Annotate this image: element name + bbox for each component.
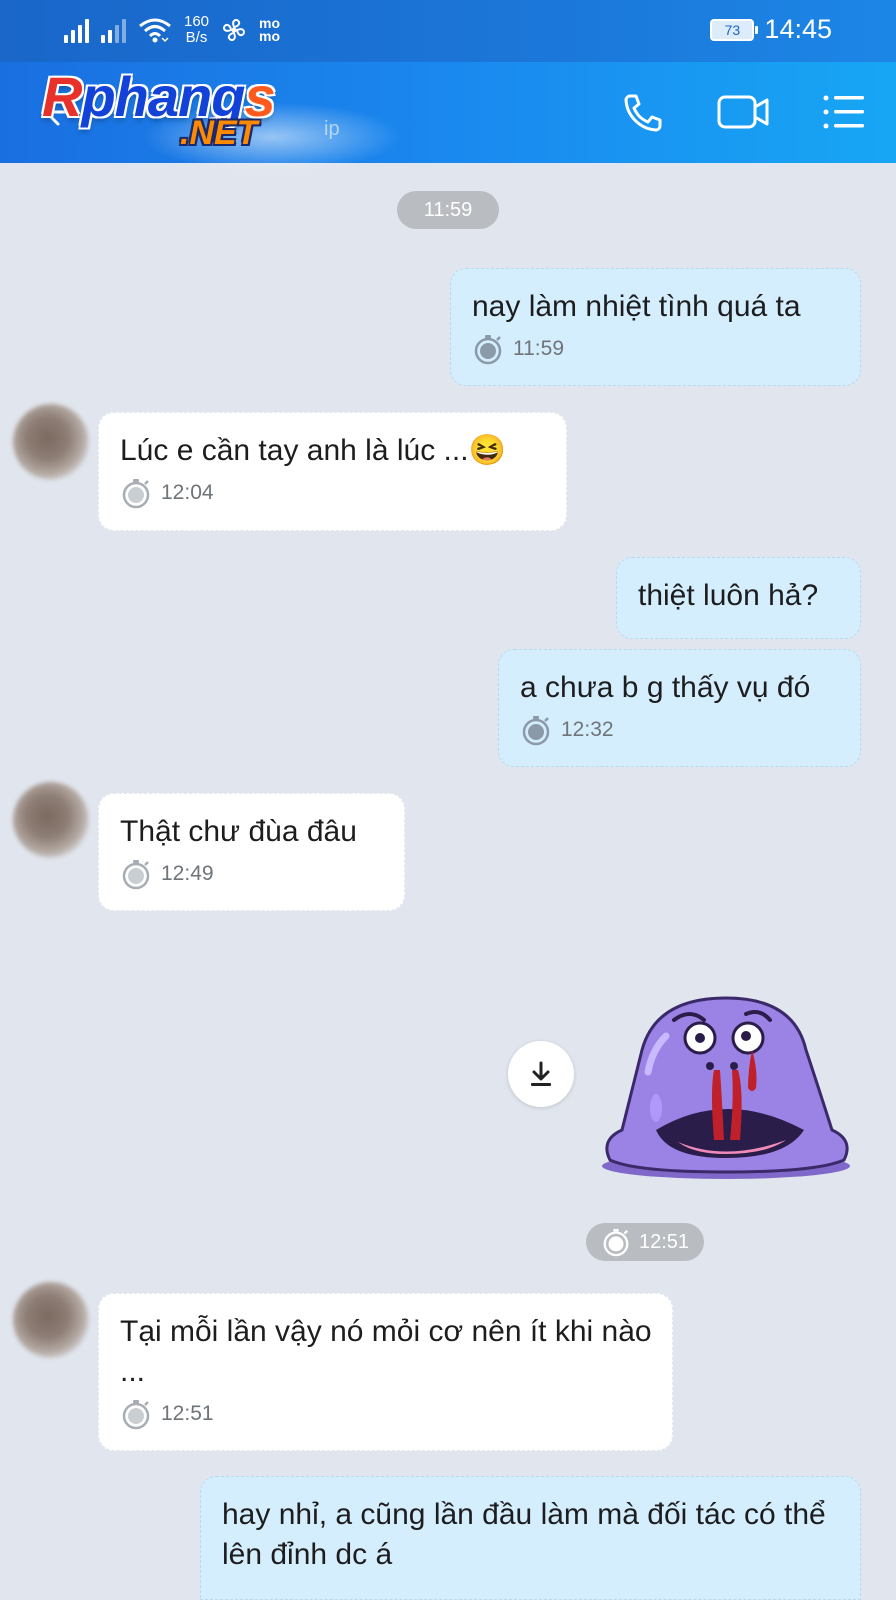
fan-icon [223, 18, 246, 42]
message-meta: 11:59 [472, 333, 840, 365]
message-bubble-outgoing[interactable]: hay nhỉ, a cũng lần đầu làm mà đối tác c… [200, 1476, 861, 1600]
message-meta: 12:49 [120, 858, 384, 890]
timer-icon [474, 335, 502, 365]
timer-icon [522, 716, 550, 746]
message-time: 11:59 [513, 337, 564, 360]
status-clock: 14:45 [764, 14, 832, 44]
message-meta: 12:32 [520, 714, 840, 746]
signal-icon-secondary [101, 17, 126, 43]
status-icons-right: 73 14:45 [710, 14, 832, 45]
message-bubble-outgoing[interactable]: nay làm nhiệt tình quá ta 11:59 [450, 268, 861, 386]
sticker-purple-blob[interactable] [596, 990, 858, 1182]
menu-list-icon[interactable] [822, 92, 866, 132]
contact-avatar[interactable] [13, 1282, 89, 1358]
message-text: a chưa b g thấy vụ đó [520, 671, 811, 704]
momo-bottom-label: mo [259, 28, 281, 44]
message-text: Thật chư đùa đâu [120, 815, 357, 848]
battery-icon: 73 [710, 18, 759, 41]
message-time: 12:04 [161, 481, 214, 504]
momo-icon: mo mo [259, 16, 281, 44]
sticker-time-pill: 12:51 [586, 1223, 704, 1261]
contact-subtitle: ip [324, 118, 340, 140]
date-separator: 11:59 [397, 191, 499, 229]
message-text: hay nhỉ, a cũng lần đầu làm mà đối tác c… [222, 1498, 826, 1571]
message-bubble-outgoing[interactable]: a chưa b g thấy vụ đó 12:32 [498, 649, 861, 767]
message-bubble-incoming[interactable]: Lúc e cần tay anh là lúc ...😆 12:04 [98, 412, 567, 531]
network-speed: 160 B/s [184, 14, 209, 46]
message-bubble-outgoing[interactable]: thiệt luôn hả? [616, 557, 861, 639]
status-bar: 160 B/s mo mo 73 14:45 [0, 0, 896, 62]
contact-avatar[interactable] [13, 404, 89, 480]
download-button[interactable] [508, 1041, 574, 1107]
download-icon [531, 1061, 551, 1086]
watermark-logo: Rphangs .NET [42, 62, 402, 172]
timer-icon [122, 479, 150, 509]
sticker-time: 12:51 [638, 1230, 690, 1253]
message-text: Tại mỗi lần vậy nó mỏi cơ nên ít khi nào… [120, 1315, 652, 1388]
message-bubble-incoming[interactable]: Thật chư đùa đâu 12:49 [98, 793, 405, 911]
wifi-icon [139, 18, 171, 43]
message-text: Lúc e cần tay anh là lúc ...😆 [120, 434, 506, 467]
message-text: thiệt luôn hả? [638, 579, 819, 612]
timer-icon [122, 860, 150, 890]
message-time: 12:32 [561, 718, 614, 741]
watermark-logo-net: .NET [180, 114, 258, 152]
message-meta: 12:51 [120, 1398, 652, 1430]
video-call-icon[interactable] [716, 92, 770, 132]
status-icons-left: 160 B/s mo mo [64, 14, 280, 46]
phone-call-icon[interactable] [620, 92, 664, 132]
message-text: nay làm nhiệt tình quá ta [472, 290, 801, 323]
network-speed-value: 160 [184, 13, 210, 30]
signal-icon [64, 17, 89, 43]
contact-avatar[interactable] [13, 782, 89, 858]
chat-header: Rphangs .NET ip [0, 62, 896, 172]
message-bubble-incoming[interactable]: Tại mỗi lần vậy nó mỏi cơ nên ít khi nào… [98, 1293, 673, 1451]
message-meta: 12:04 [120, 477, 546, 509]
network-speed-unit: B/s [185, 29, 208, 46]
message-time: 12:51 [161, 1402, 214, 1425]
timer-icon [122, 1400, 150, 1430]
timer-icon [603, 1228, 629, 1257]
message-time: 12:49 [161, 862, 214, 885]
